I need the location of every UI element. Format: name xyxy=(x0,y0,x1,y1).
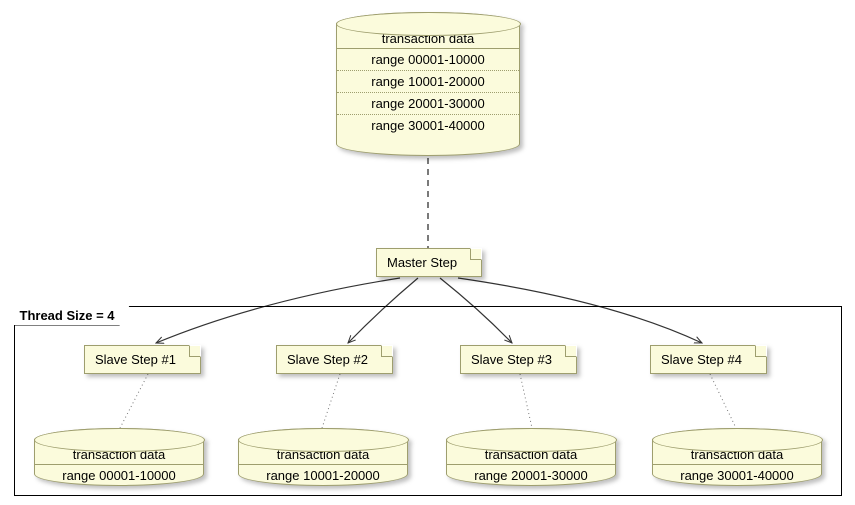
slave-database-4: transaction data range 30001-40000 xyxy=(652,428,822,486)
master-db-partition: range 30001-40000 xyxy=(337,114,519,143)
master-step-label: Master Step xyxy=(387,255,457,270)
note-dogear-icon xyxy=(467,249,481,263)
note-dogear-icon xyxy=(562,346,576,360)
note-dogear-icon xyxy=(752,346,766,360)
master-db-partition: range 00001-10000 xyxy=(337,48,519,70)
master-step: Master Step xyxy=(376,248,482,277)
master-db-partition: range 20001-30000 xyxy=(337,92,519,114)
slave-db-range: range 30001-40000 xyxy=(653,464,821,493)
slave-database-3: transaction data range 20001-30000 xyxy=(446,428,616,486)
slave-step-4: Slave Step #4 xyxy=(650,345,767,374)
slave-step-2: Slave Step #2 xyxy=(276,345,393,374)
slave-step-label: Slave Step #4 xyxy=(661,352,742,367)
slave-step-label: Slave Step #2 xyxy=(287,352,368,367)
slave-db-range: range 10001-20000 xyxy=(239,464,407,493)
slave-step-1: Slave Step #1 xyxy=(84,345,201,374)
master-db-partition: range 10001-20000 xyxy=(337,70,519,92)
slave-database-1: transaction data range 00001-10000 xyxy=(34,428,204,486)
note-dogear-icon xyxy=(186,346,200,360)
note-dogear-icon xyxy=(378,346,392,360)
master-database: transaction data range 00001-10000 range… xyxy=(336,12,520,156)
frame-label: Thread Size = 4 xyxy=(14,306,130,326)
slave-step-label: Slave Step #1 xyxy=(95,352,176,367)
diagram-canvas: transaction data range 00001-10000 range… xyxy=(0,0,855,505)
slave-database-2: transaction data range 10001-20000 xyxy=(238,428,408,486)
slave-db-range: range 20001-30000 xyxy=(447,464,615,493)
slave-step-3: Slave Step #3 xyxy=(460,345,577,374)
slave-db-range: range 00001-10000 xyxy=(35,464,203,493)
slave-step-label: Slave Step #3 xyxy=(471,352,552,367)
